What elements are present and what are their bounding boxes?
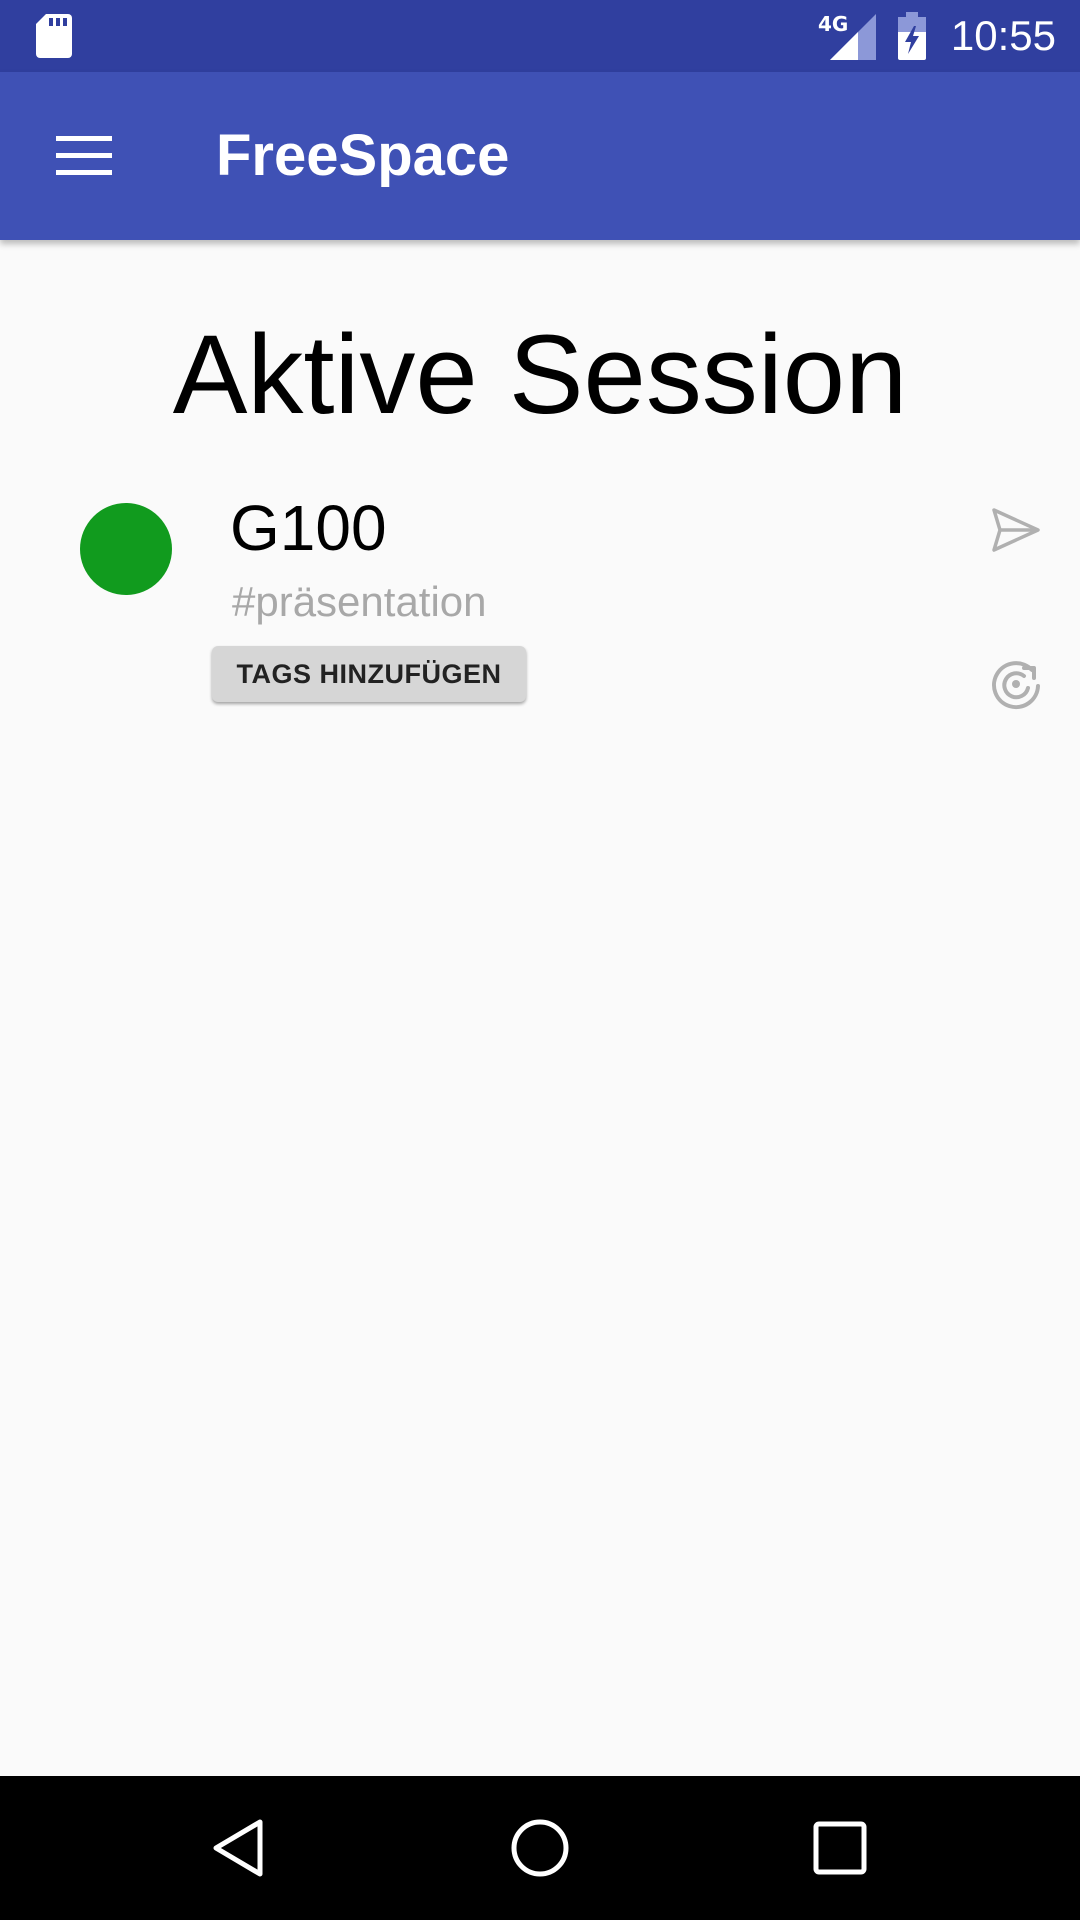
sd-card-icon (36, 14, 72, 58)
app-title: FreeSpace (216, 123, 510, 188)
signal-icon (830, 14, 876, 60)
navigation-bar (0, 1776, 1080, 1920)
session-tag: #präsentation (232, 578, 487, 625)
refresh-icon[interactable] (988, 656, 1044, 712)
recents-icon[interactable] (808, 1816, 872, 1880)
session-status-indicator (80, 503, 172, 595)
home-icon[interactable] (508, 1816, 572, 1880)
menu-button[interactable] (40, 116, 128, 196)
add-tags-button[interactable]: TAGS HINZUFÜGEN (212, 646, 526, 702)
send-icon[interactable] (988, 502, 1044, 558)
main-content: Aktive Session G100 #präsentation TAGS H… (0, 240, 1080, 1776)
hamburger-menu-icon (56, 136, 112, 175)
battery-charging-icon (898, 12, 926, 60)
session-room-name: G100 (230, 492, 387, 564)
status-bar: 4G 10:55 (0, 0, 1080, 72)
page-title: Aktive Session (172, 312, 908, 437)
app-bar: FreeSpace (0, 72, 1080, 240)
signal-indicator: 4G (818, 10, 876, 60)
status-time: 10:55 (950, 12, 1056, 59)
back-icon[interactable] (208, 1816, 272, 1880)
